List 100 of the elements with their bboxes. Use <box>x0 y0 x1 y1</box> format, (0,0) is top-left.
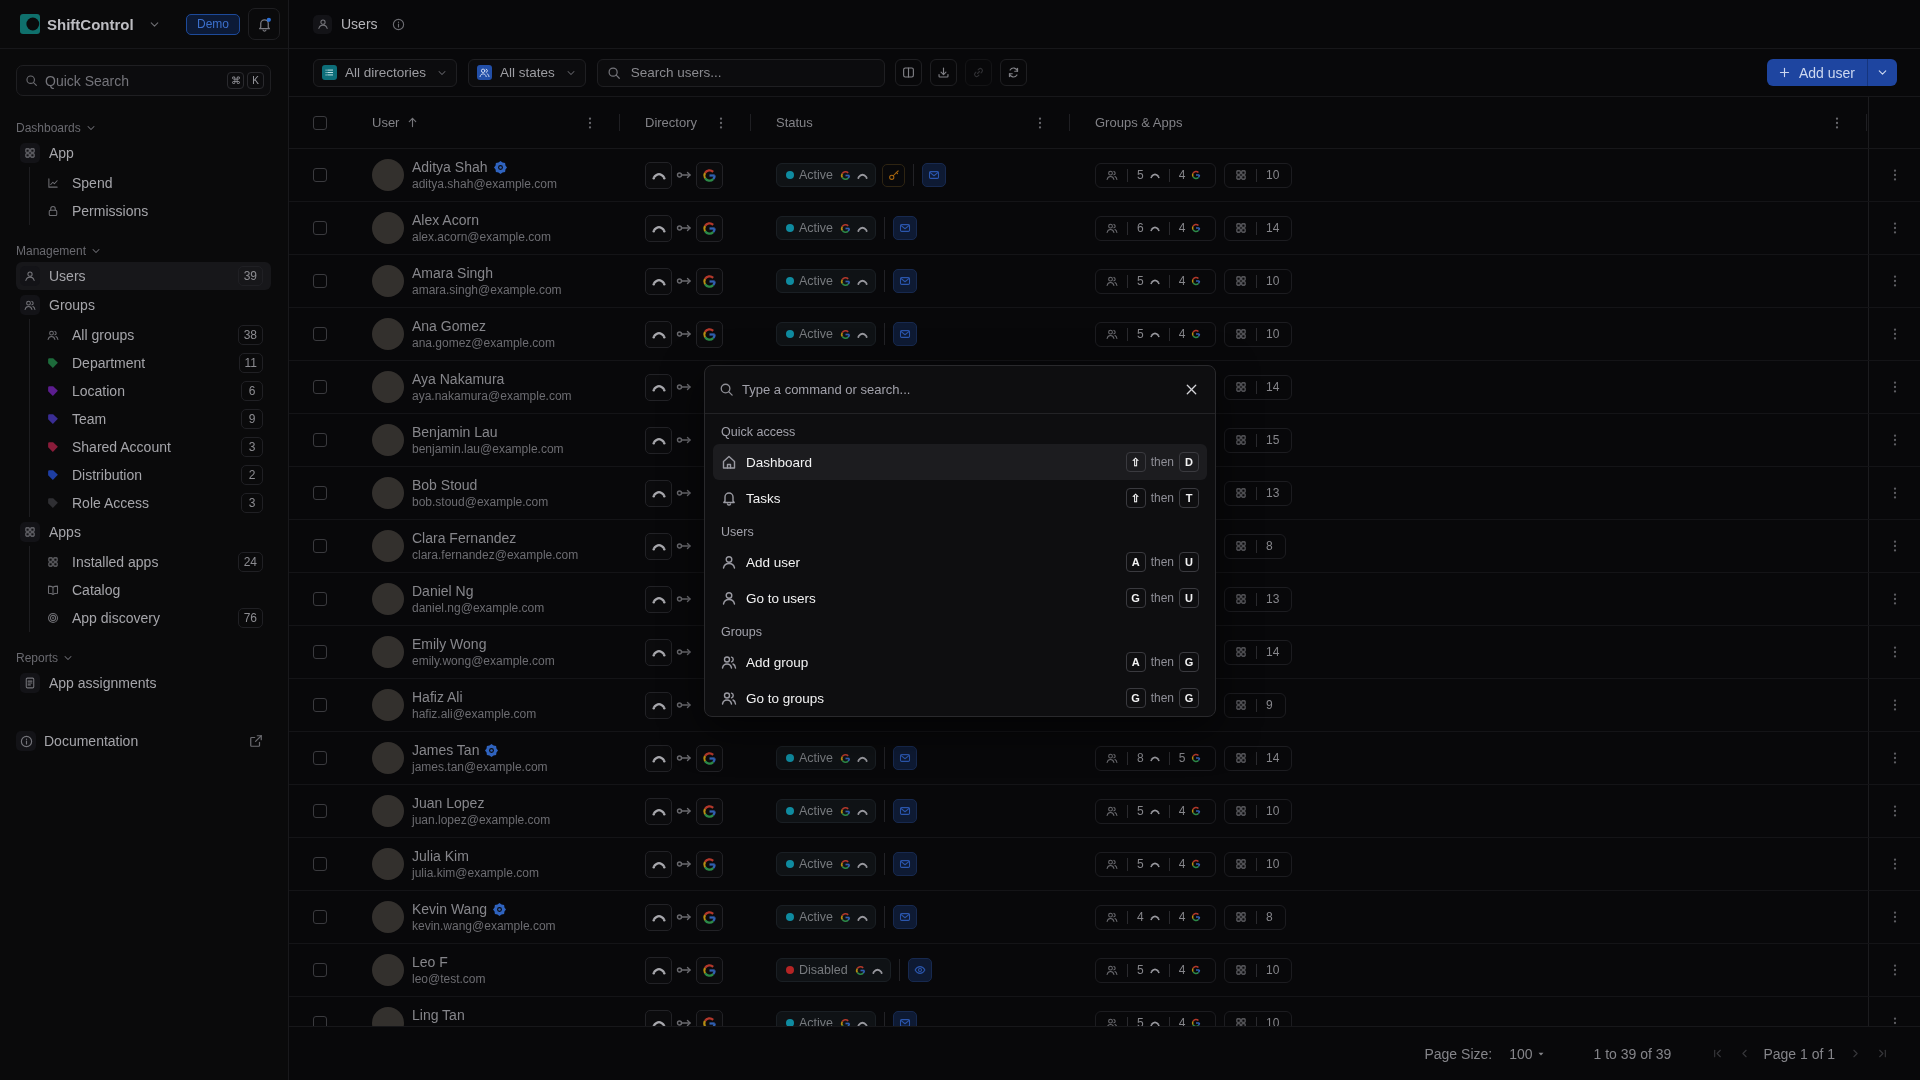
shortcut-key: G <box>1179 688 1199 708</box>
nav-item[interactable]: Location 6 <box>30 377 271 405</box>
row-checkbox[interactable] <box>313 698 327 712</box>
row-checkbox[interactable] <box>313 380 327 394</box>
avatar <box>372 583 404 615</box>
command-item[interactable]: Dashboard ⇧ then D <box>713 444 1207 480</box>
info-icon[interactable] <box>391 17 405 31</box>
state-filter[interactable]: All states <box>468 58 586 87</box>
app-count: 8 <box>1266 910 1273 924</box>
external-link-icon[interactable] <box>249 734 263 748</box>
close-icon[interactable] <box>1184 382 1199 397</box>
add-options-button[interactable] <box>1867 59 1897 86</box>
mail-icon[interactable] <box>893 269 918 293</box>
g-logo-icon <box>840 805 852 817</box>
users-icon <box>1106 805 1118 817</box>
eye-icon[interactable] <box>907 958 932 982</box>
g-logo-icon <box>840 858 852 870</box>
row-checkbox[interactable] <box>313 433 327 447</box>
mail-icon[interactable] <box>893 746 918 770</box>
page-indicator: Page 1 of 1 <box>1763 1045 1835 1062</box>
nav-item[interactable]: Groups <box>16 291 271 319</box>
mail-icon[interactable] <box>893 322 918 346</box>
users-icon <box>1106 169 1118 181</box>
row-checkbox[interactable] <box>313 910 327 924</box>
documentation-link[interactable]: Documentation <box>16 727 271 755</box>
nav-item[interactable]: Role Access 3 <box>30 489 271 517</box>
nav-item[interactable]: Permissions <box>30 197 271 225</box>
command-item[interactable]: Go to groups G then G <box>713 680 1207 716</box>
user-name: Ling Tan <box>412 1006 465 1024</box>
mail-icon[interactable] <box>893 905 918 929</box>
avatar <box>372 689 404 721</box>
row-checkbox[interactable] <box>313 1016 327 1026</box>
nav-item[interactable]: Shared Account 3 <box>30 433 271 461</box>
app-count: 9 <box>1266 698 1273 712</box>
search-field[interactable]: Search users... <box>596 58 885 87</box>
command-item[interactable]: Add group A then G <box>713 644 1207 680</box>
columns-button[interactable] <box>894 59 922 86</box>
column-header[interactable]: Status <box>776 115 813 130</box>
row-checkbox[interactable] <box>313 221 327 235</box>
grid-icon <box>1235 805 1247 817</box>
user-name: Hafiz Ali <box>412 688 463 706</box>
section-toggle[interactable]: Reports <box>16 648 75 668</box>
command-item[interactable]: Go to users G then U <box>713 580 1207 616</box>
nav-item[interactable]: App discovery 76 <box>30 604 271 632</box>
nav-item[interactable]: Apps <box>16 518 271 546</box>
user-icon <box>313 14 332 34</box>
nav-item[interactable]: Installed apps 24 <box>30 548 271 576</box>
section-toggle[interactable]: Management <box>16 241 103 261</box>
count-badge: 3 <box>241 437 263 457</box>
columns-icon <box>901 66 915 79</box>
user-email: james.tan@example.com <box>412 759 548 775</box>
mail-icon[interactable] <box>893 799 918 823</box>
nav-item[interactable]: App <box>16 139 271 167</box>
avatar <box>372 477 404 509</box>
nav-item[interactable]: All groups 38 <box>30 321 271 349</box>
mail-icon[interactable] <box>893 216 918 240</box>
row-checkbox[interactable] <box>313 168 327 182</box>
row-checkbox[interactable] <box>313 645 327 659</box>
users-icon <box>1106 222 1118 234</box>
grid-icon <box>1235 222 1247 234</box>
select-all-checkbox[interactable] <box>313 115 327 130</box>
nav-item[interactable]: Catalog <box>30 576 271 604</box>
download-button[interactable] <box>929 59 957 86</box>
row-checkbox[interactable] <box>313 751 327 765</box>
nav-item[interactable]: Users 39 <box>16 262 271 290</box>
user-email: hafiz.ali@example.com <box>412 706 537 722</box>
nav-item[interactable]: Spend <box>30 169 271 197</box>
key-icon[interactable] <box>882 163 906 187</box>
column-header[interactable]: User <box>372 115 400 130</box>
row-checkbox[interactable] <box>313 804 327 818</box>
refresh-button[interactable] <box>999 59 1027 86</box>
row-checkbox[interactable] <box>313 486 327 500</box>
row-checkbox[interactable] <box>313 592 327 606</box>
page-size-dropdown[interactable]: 100 <box>1509 1045 1546 1062</box>
arc-icon <box>645 267 672 295</box>
row-checkbox[interactable] <box>313 963 327 977</box>
nav-item[interactable]: App assignments <box>16 669 271 697</box>
row-checkbox[interactable] <box>313 274 327 288</box>
column-header[interactable]: Groups & Apps <box>1095 115 1183 130</box>
row-checkbox[interactable] <box>313 327 327 341</box>
command-item[interactable]: Add user A then U <box>713 544 1207 580</box>
nav-item[interactable]: Department 11 <box>30 349 271 377</box>
column-header[interactable]: Directory <box>645 115 697 130</box>
mail-icon[interactable] <box>922 163 947 187</box>
shortcut-key: G <box>1125 688 1146 708</box>
command-item[interactable]: Tasks ⇧ then T <box>713 480 1207 516</box>
notifications-button[interactable] <box>248 8 280 40</box>
row-checkbox[interactable] <box>313 857 327 871</box>
nav-item[interactable]: Team 9 <box>30 405 271 433</box>
nav-item[interactable]: Distribution 2 <box>30 461 271 489</box>
user-email: aya.nakamura@example.com <box>412 388 572 404</box>
app-count: 13 <box>1266 592 1280 606</box>
command-search-field[interactable]: Type a command or search... <box>705 366 1215 414</box>
add-user-button[interactable]: Add user <box>1766 59 1867 86</box>
group-count: 4 <box>1178 963 1186 977</box>
directory-filter[interactable]: All directories <box>313 58 458 87</box>
section-toggle[interactable]: Dashboards <box>16 118 97 138</box>
mail-icon[interactable] <box>893 852 918 876</box>
row-checkbox[interactable] <box>313 539 327 553</box>
count-badge: 39 <box>237 266 263 286</box>
